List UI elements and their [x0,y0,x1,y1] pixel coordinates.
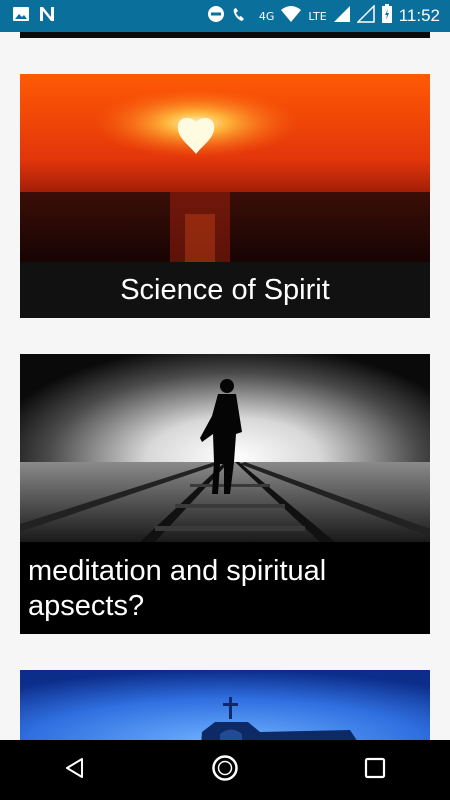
signal-icon [333,5,351,27]
n-notification-icon [38,5,56,27]
card-science-of-spirit[interactable]: Science of Spirit [20,74,430,318]
status-bar: 4G LTE 11:52 [0,0,450,32]
status-time: 11:52 [398,6,440,25]
wifi-icon [280,5,302,27]
image-icon [12,6,30,26]
battery-icon [381,4,393,28]
card-image-railway-walker [20,354,430,542]
signal-empty-icon [355,4,375,27]
do-not-disturb-icon [207,5,225,27]
home-icon [211,754,239,786]
phone-4g-icon [231,5,253,27]
card-image-sunset-heart [20,74,430,262]
card-list: Science of Spirit meditation and spiritu… [0,32,450,740]
card-church[interactable] [20,670,430,740]
network-lte-label: LTE [308,9,327,23]
back-icon [63,756,87,784]
card-title: meditation and spiritual apsects? [20,542,430,634]
card-title: Science of Spirit [20,262,430,318]
recents-button[interactable] [345,740,405,800]
recents-icon [364,757,386,783]
card-meditation[interactable]: meditation and spiritual apsects? [20,354,430,634]
home-button[interactable] [195,740,255,800]
previous-card-edge[interactable] [20,32,430,38]
navigation-bar [0,740,450,800]
back-button[interactable] [45,740,105,800]
network-4g-label: 4G [258,9,275,23]
card-image-church-cross [20,670,430,740]
